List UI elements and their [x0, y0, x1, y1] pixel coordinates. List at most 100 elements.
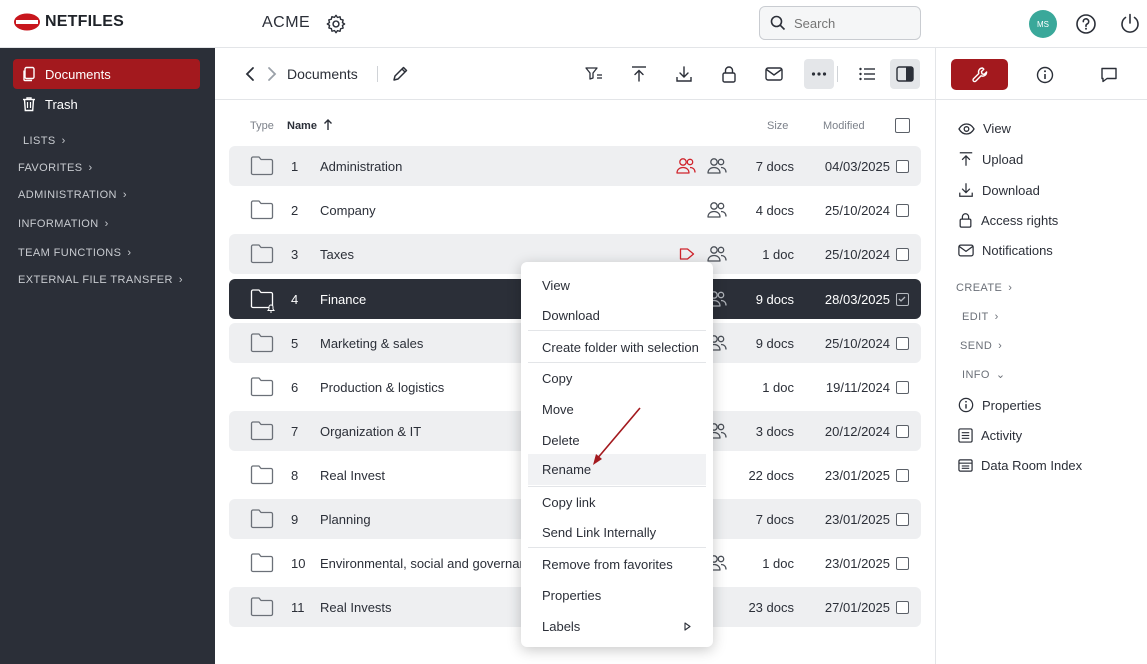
row-checkbox[interactable]: [896, 513, 909, 526]
filter-button[interactable]: [581, 61, 607, 87]
sidebar-item-documents[interactable]: Documents: [13, 59, 200, 89]
netfiles-logo-icon: [14, 13, 40, 31]
panel-action-download[interactable]: Download: [958, 182, 1040, 198]
row-checkbox[interactable]: [896, 337, 909, 350]
row-number: 6: [291, 380, 299, 395]
row-checkbox[interactable]: [896, 557, 909, 570]
tab-comments[interactable]: [1080, 59, 1137, 90]
menu-item-properties[interactable]: Properties: [528, 580, 706, 610]
tab-tools[interactable]: [951, 59, 1008, 90]
back-icon[interactable]: [243, 66, 257, 82]
upload-button[interactable]: [626, 61, 652, 87]
column-modified[interactable]: Modified: [823, 120, 865, 132]
sidebar-section-favorites[interactable]: FAVORITES ›: [18, 162, 93, 174]
sidebar-section-administration[interactable]: ADMINISTRATION ›: [18, 189, 127, 201]
row-checkbox[interactable]: [896, 248, 909, 261]
section-label: INFO: [962, 368, 990, 381]
row-checkbox[interactable]: [896, 160, 909, 173]
panel-section-send[interactable]: SEND ›: [960, 340, 1002, 352]
action-label: Notifications: [982, 243, 1053, 258]
sidebar-item-trash[interactable]: Trash: [13, 89, 200, 119]
forward-icon[interactable]: [265, 66, 279, 82]
row-checkbox[interactable]: [896, 293, 909, 306]
breadcrumb[interactable]: Documents: [287, 66, 358, 82]
row-checkbox[interactable]: [896, 601, 909, 614]
lock-icon: [722, 66, 736, 83]
panel-info-data-room-index[interactable]: Data Room Index: [958, 458, 1082, 473]
table-row[interactable]: 2 Company 4 docs 25/10/2024: [229, 190, 921, 230]
filter-icon: [585, 67, 602, 80]
row-name[interactable]: Administration: [320, 159, 532, 174]
panel-action-view[interactable]: View: [958, 121, 1011, 136]
row-name[interactable]: Taxes: [320, 247, 532, 262]
panel-section-edit[interactable]: EDIT ›: [962, 311, 999, 323]
panel-action-upload[interactable]: Upload: [958, 151, 1023, 167]
row-name[interactable]: Real Invest: [320, 468, 532, 483]
menu-item-create-folder-with-selection[interactable]: Create folder with selection: [528, 332, 706, 362]
logout-icon[interactable]: [1119, 12, 1141, 34]
netfiles-logo[interactable]: NETFILES: [13, 13, 124, 31]
row-name[interactable]: Planning: [320, 512, 532, 527]
activity-icon: [958, 428, 973, 443]
row-modified: 23/01/2025: [824, 512, 890, 527]
help-icon[interactable]: [1075, 13, 1097, 35]
row-checkbox[interactable]: [896, 204, 909, 217]
sidebar-section-external-file-transfer[interactable]: EXTERNAL FILE TRANSFER ›: [18, 274, 183, 286]
row-name[interactable]: Finance: [320, 292, 532, 307]
sidebar-section-team-functions[interactable]: TEAM FUNCTIONS ›: [18, 247, 131, 259]
row-name[interactable]: Environmental, social and governance: [320, 556, 532, 571]
sidebar-section-lists[interactable]: LISTS ›: [23, 135, 66, 147]
list-view-button[interactable]: [854, 61, 880, 87]
more-button[interactable]: [804, 59, 834, 89]
menu-item-copy-link[interactable]: Copy link: [528, 487, 706, 517]
row-size: 7 docs: [755, 512, 794, 527]
menu-item-send-link-internally[interactable]: Send Link Internally: [528, 517, 706, 547]
row-number: 2: [291, 203, 299, 218]
column-type[interactable]: Type: [250, 120, 274, 132]
index-icon: [958, 459, 973, 472]
row-name[interactable]: Production & logistics: [320, 380, 532, 395]
notifications-button[interactable]: [761, 61, 787, 87]
sidebar-section-information[interactable]: INFORMATION ›: [18, 218, 109, 230]
row-checkbox[interactable]: [896, 425, 909, 438]
row-checkbox[interactable]: [896, 381, 909, 394]
select-all-checkbox[interactable]: [895, 118, 910, 133]
edit-pencil-icon[interactable]: [391, 65, 409, 83]
shared-group-icon: [706, 201, 728, 222]
gear-icon[interactable]: [325, 13, 347, 35]
row-size: 1 doc: [762, 247, 794, 262]
menu-item-remove-from-favorites[interactable]: Remove from favorites: [528, 549, 706, 579]
side-panel-toggle[interactable]: [890, 59, 920, 89]
menu-item-labels[interactable]: Labels: [528, 611, 706, 641]
row-name[interactable]: Organization & IT: [320, 424, 532, 439]
column-size[interactable]: Size: [767, 120, 788, 132]
menu-item-copy[interactable]: Copy: [528, 363, 706, 393]
menu-item-download[interactable]: Download: [528, 300, 706, 330]
panel-section-info[interactable]: INFO ⌄: [962, 368, 1006, 382]
row-name[interactable]: Company: [320, 203, 532, 218]
folder-icon: [250, 155, 274, 179]
panel-info-activity[interactable]: Activity: [958, 428, 1022, 443]
logo-text: NETFILES: [45, 13, 124, 30]
table-row[interactable]: 1 Administration 7 docs 04/03/2025: [229, 146, 921, 186]
row-checkbox[interactable]: [896, 469, 909, 482]
section-label: SEND: [960, 340, 993, 352]
right-panel: View Upload Download Access rights Notif…: [935, 48, 1147, 664]
tab-info[interactable]: [1016, 59, 1073, 90]
panel-action-access-rights[interactable]: Access rights: [958, 212, 1058, 228]
panel-action-notifications[interactable]: Notifications: [958, 243, 1053, 258]
sort-ascending-icon[interactable]: [323, 118, 333, 131]
avatar[interactable]: MS: [1029, 10, 1057, 38]
row-name[interactable]: Marketing & sales: [320, 336, 532, 351]
search-box[interactable]: [759, 6, 921, 40]
column-name[interactable]: Name: [287, 120, 317, 132]
panel-info-properties[interactable]: Properties: [958, 397, 1041, 413]
menu-item-view[interactable]: View: [528, 270, 706, 300]
download-button[interactable]: [671, 61, 697, 87]
access-rights-button[interactable]: [716, 61, 742, 87]
panel-section-create[interactable]: CREATE ›: [956, 282, 1012, 294]
search-input[interactable]: [794, 15, 904, 31]
mail-icon: [765, 67, 783, 81]
row-name[interactable]: Real Invests: [320, 600, 532, 615]
row-size: 1 doc: [762, 380, 794, 395]
